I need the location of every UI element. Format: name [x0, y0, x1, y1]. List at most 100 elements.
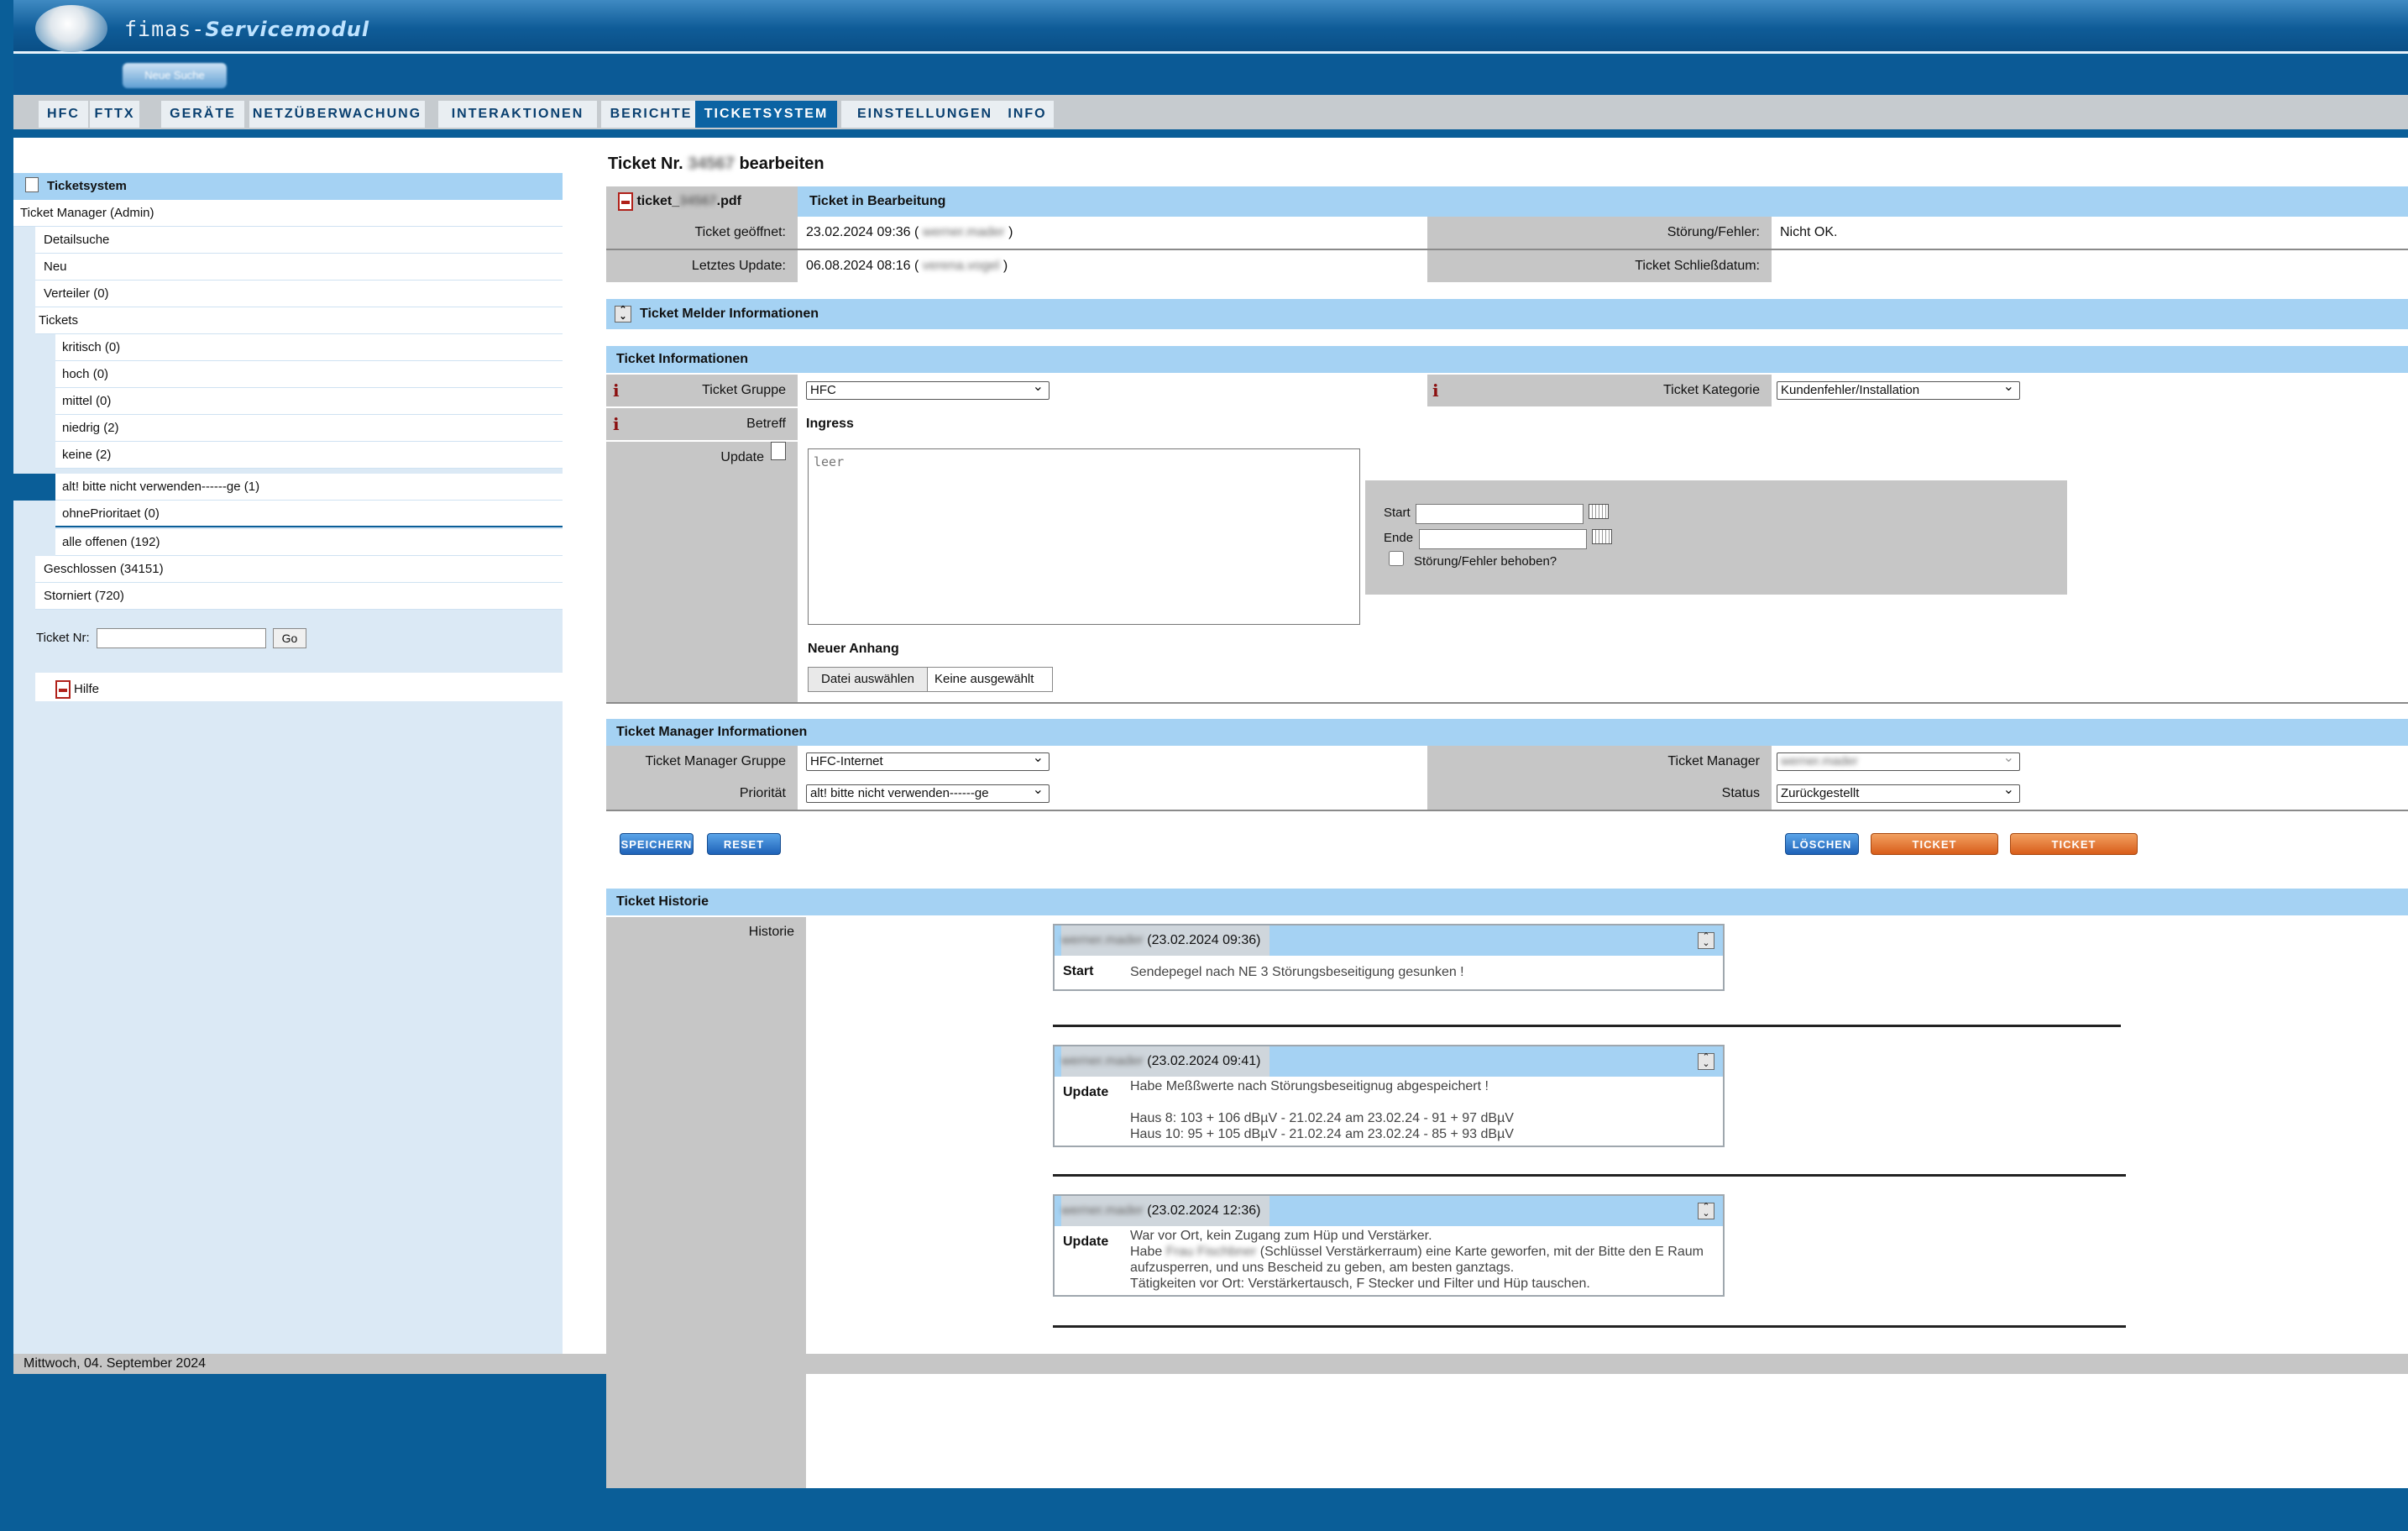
close-ticket-button[interactable]: TICKET SCHLIESSEN [2010, 833, 2138, 873]
choose-file-button[interactable]: Datei auswählen [809, 668, 928, 691]
history-user: werner.mader [1061, 1054, 1144, 1068]
copyright: Copyright @ 2024 Firma Andreas Muth SEV [1253, 1376, 1517, 1391]
sidebar-item-manager[interactable]: Ticket Manager (Admin) [13, 200, 563, 227]
opened-value: 23.02.2024 09:36 ( werner.mader ) [799, 217, 1152, 249]
pdf-prefix: ticket_ [636, 194, 680, 208]
delete-button[interactable]: LÖSCHEN [1785, 833, 1859, 855]
sidebar-item-tickets[interactable]: Tickets [35, 307, 563, 334]
ticket-status-heading: Ticket in Bearbeitung [809, 194, 946, 208]
app-name: fimas- [124, 17, 206, 41]
tab-geraete[interactable]: GERÄTE [161, 101, 245, 128]
cancel-ticket-button[interactable]: TICKET STORNIEREN [1871, 833, 1998, 873]
opened-user: werner.mader [922, 225, 1005, 239]
sidebar-item-verteiler[interactable]: Verteiler (0) [35, 281, 563, 307]
tab-interaktionen[interactable]: INTERAKTIONEN [438, 101, 598, 128]
opened-date: 23.02.2024 09:36 ( [806, 225, 919, 239]
sidebar-item-niedrig[interactable]: niedrig (2) [55, 415, 563, 442]
sidebar-header: Ticketsystem [13, 173, 563, 200]
status-select[interactable]: Zurückgestellt [1777, 782, 2020, 803]
stoerung-value: Nicht OK. [1780, 225, 1838, 239]
sidebar-item-hilfe[interactable]: Hilfe [35, 673, 563, 701]
info-icon: i [613, 414, 620, 434]
history-text-redacted: Frau Fischbner [1165, 1245, 1257, 1259]
pdf-suffix: .pdf [716, 194, 741, 208]
sidebar-item-alt[interactable]: alt! bitte nicht verwenden------ge (1) [55, 474, 563, 501]
hilfe-label: Hilfe [74, 682, 100, 696]
history-text: Sendepegel nach NE 3 Störungsbeseitigung… [1130, 965, 1464, 979]
sidebar-item-geschlossen[interactable]: Geschlossen (34151) [35, 556, 563, 583]
tab-berichte[interactable]: BERICHTE [601, 101, 702, 128]
row-divider [606, 810, 2408, 811]
history-entry-header: werner.mader (23.02.2024 12:36) ⌃ ⌄ [1055, 1196, 1723, 1226]
historie-label: Historie [606, 917, 806, 1488]
sub-header: Neue Suche [13, 56, 2408, 95]
update-textarea[interactable] [808, 448, 1360, 625]
page: fimas-Servicemodul Neue Suche HFC FTTX G… [0, 0, 2408, 1531]
manager-gruppe-label: Ticket Manager Gruppe [606, 746, 798, 778]
behoben-checkbox[interactable] [1389, 551, 1404, 566]
history-text: Habe Meßßwerte nach Störungsbeseitignug … [1130, 1079, 1514, 1141]
calendar-icon[interactable] [1592, 529, 1612, 544]
expand-toggle-icon[interactable]: ⌃ ⌄ [1698, 1053, 1714, 1070]
file-input[interactable]: Datei auswählen Keine ausgewählt [808, 667, 1053, 692]
tab-ticketsystem[interactable]: TICKETSYSTEM [695, 101, 838, 128]
kategorie-select[interactable]: Kundenfehler/Installation [1777, 379, 2020, 400]
go-button[interactable]: Go [273, 628, 306, 648]
expand-toggle-icon[interactable]: ⌃ ⌄ [1698, 932, 1714, 949]
sidebar-top-spacer [13, 138, 563, 173]
ende-label: Ende [1384, 531, 1414, 545]
tab-einstellungen[interactable]: EINSTELLUNGEN [841, 101, 1009, 128]
sub-header-button[interactable]: Neue Suche [123, 63, 227, 88]
sidebar-item-hoch[interactable]: hoch (0) [55, 361, 563, 388]
stoerung-label: Störung/Fehler: [1427, 217, 1772, 249]
sidebar-item-keine[interactable]: keine (2) [55, 442, 563, 469]
history-entry: werner.mader (23.02.2024 09:41) ⌃ ⌄ Update… [1053, 1045, 1725, 1147]
note-icon [771, 442, 786, 460]
prioritaet-label: Priorität [606, 778, 798, 810]
history-separator [1053, 1025, 2121, 1027]
tab-hfc[interactable]: HFC [39, 101, 89, 128]
sidebar-item-mittel[interactable]: mittel (0) [55, 388, 563, 415]
tab-info[interactable]: INFO [1001, 101, 1055, 128]
sidebar: Ticketsystem Ticket Manager (Admin) Deta… [13, 138, 563, 1354]
history-entry: werner.mader (23.02.2024 09:36) ⌃ ⌄ Start … [1053, 924, 1725, 991]
last-update-close-paren: ) [1002, 259, 1008, 273]
date-range-panel: Start Ende Störung/Fehler behoben? [1365, 480, 2067, 595]
manager-gruppe-select[interactable]: HFC-Internet [806, 750, 1050, 771]
melder-bar[interactable]: ⌃ ⌄ Ticket Melder Informationen [606, 299, 2408, 329]
reset-button[interactable]: RESET [707, 833, 781, 855]
manager-heading: Ticket Manager Informationen [606, 719, 2408, 746]
ticketnr-form: Ticket Nr: Go [36, 627, 306, 650]
history-type: Update [1063, 1235, 1109, 1249]
sidebar-item-neu[interactable]: Neu [35, 254, 563, 281]
manager-select[interactable]: werner.mader [1777, 750, 2020, 771]
tab-netzueberwachung[interactable]: NETZÜBERWACHUNG [249, 101, 426, 128]
page-title: Ticket Nr. 34567 bearbeiten [608, 155, 824, 174]
main-content: Ticket Nr. 34567 bearbeiten ticket_34567… [563, 138, 2408, 1488]
calendar-icon[interactable] [1589, 504, 1609, 519]
ticketnr-input[interactable] [97, 628, 266, 648]
sidebar-item-alle-offenen[interactable]: alle offenen (192) [55, 529, 563, 556]
sidebar-item-kritisch[interactable]: kritisch (0) [55, 334, 563, 361]
prioritaet-select[interactable]: alt! bitte nicht verwenden------ge [806, 782, 1050, 803]
ticketnr-label: Ticket Nr: [36, 631, 90, 645]
tab-fttx[interactable]: FTTX [90, 101, 140, 128]
end-date-input[interactable] [1419, 529, 1587, 549]
history-entry: werner.mader (23.02.2024 12:36) ⌃ ⌄ Update… [1053, 1194, 1725, 1297]
gruppe-select[interactable]: HFC [806, 379, 1050, 400]
melder-heading: Ticket Melder Informationen [640, 307, 819, 321]
start-date-input[interactable] [1416, 504, 1584, 524]
expand-toggle-icon[interactable]: ⌃ ⌄ [1698, 1203, 1714, 1219]
app-title: fimas-Servicemodul [124, 17, 369, 41]
last-update-value: 06.08.2024 08:16 ( verena.vogel ) [799, 250, 1152, 282]
sidebar-item-ohne-prioritaet[interactable]: ohnePrioritaet (0) [55, 501, 563, 527]
history-date: (23.02.2024 09:36) [1147, 933, 1261, 947]
pdf-link[interactable]: ticket_34567.pdf [606, 186, 798, 217]
ticket-doc-icon [25, 177, 39, 192]
info-icon: i [1432, 380, 1439, 401]
expand-toggle-icon[interactable]: ⌃ ⌄ [615, 306, 631, 322]
sidebar-item-storniert[interactable]: Storniert (720) [35, 583, 563, 610]
sidebar-item-detailsuche[interactable]: Detailsuche [35, 227, 563, 254]
history-user-wrap: werner.mader (23.02.2024 09:41) [1061, 1046, 1269, 1077]
save-button[interactable]: SPEICHERN [620, 833, 694, 855]
